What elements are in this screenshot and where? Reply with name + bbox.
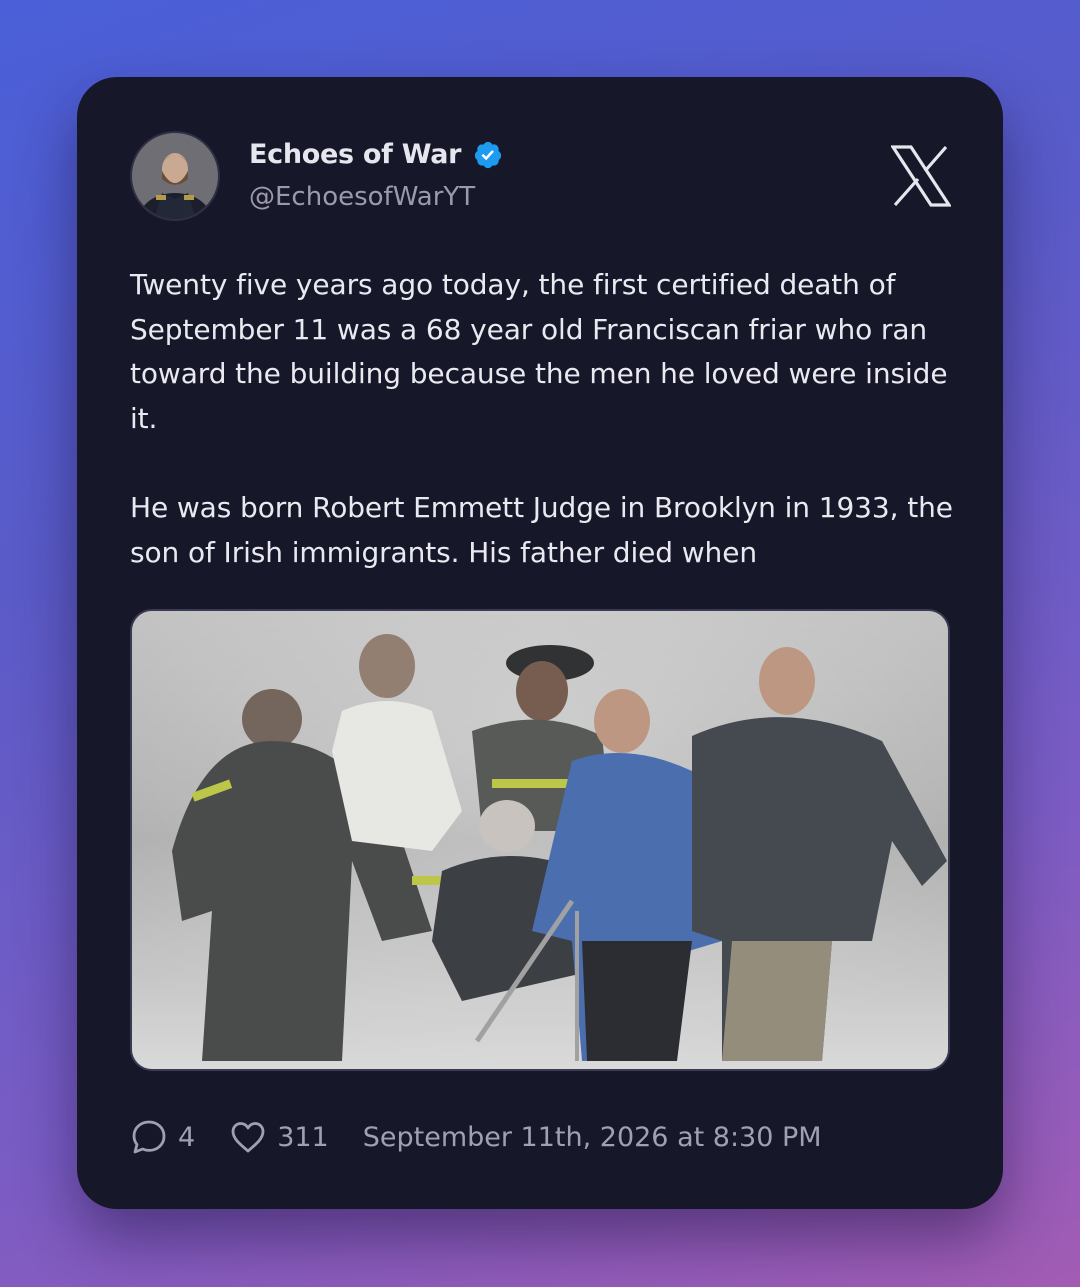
heart-icon[interactable]	[229, 1118, 267, 1156]
tweet-footer: 4 311 September 11th, 2026 at 8:30 PM	[130, 1117, 822, 1157]
tweet-photo[interactable]	[130, 609, 950, 1071]
comment-icon[interactable]	[130, 1118, 168, 1156]
portrait-avatar-icon	[132, 133, 218, 219]
tweet-paragraph-2: He was born Robert Emmett Judge in Brook…	[130, 490, 953, 569]
verified-badge-icon	[475, 141, 502, 168]
post-card: Echoes of War @EchoesofWarYT Twenty five…	[77, 77, 1003, 1209]
tweet-paragraph-1: Twenty five years ago today, the first c…	[130, 268, 948, 435]
x-logo-icon[interactable]	[891, 145, 951, 207]
timestamp: September 11th, 2026 at 8:30 PM	[362, 1121, 822, 1153]
tweet-text: Twenty five years ago today, the first c…	[130, 263, 960, 575]
reply-count: 4	[178, 1121, 196, 1153]
author-name-row: Echoes of War	[249, 139, 503, 170]
author-name[interactable]: Echoes of War	[249, 139, 461, 170]
author-avatar[interactable]	[130, 131, 220, 221]
author-handle[interactable]: @EchoesofWarYT	[249, 182, 475, 212]
like-count: 311	[277, 1121, 329, 1153]
photo-image-icon	[132, 611, 948, 1069]
